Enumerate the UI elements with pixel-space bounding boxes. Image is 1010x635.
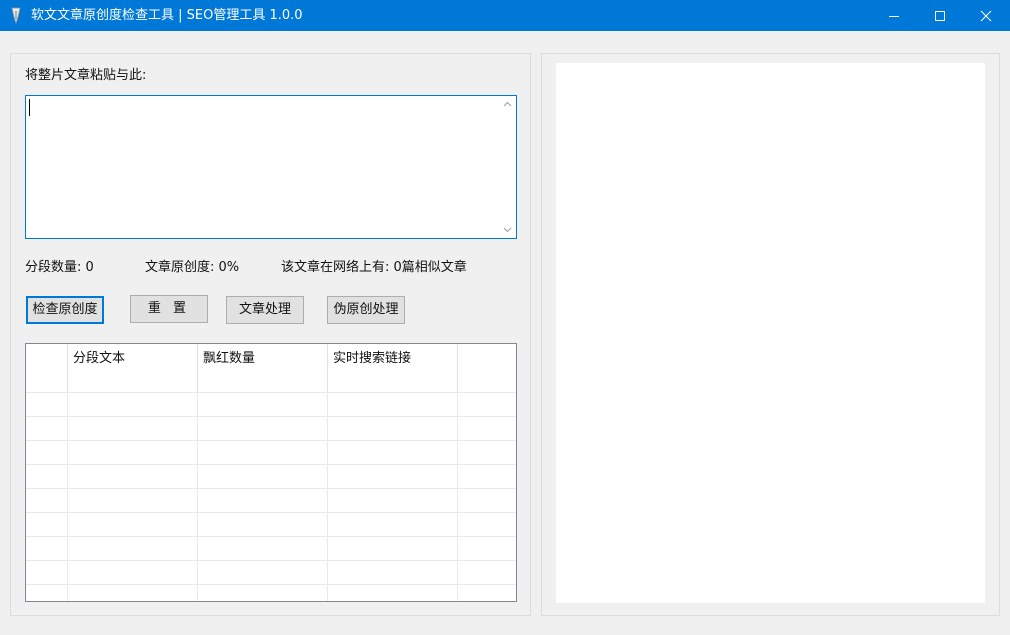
minimize-button[interactable] <box>871 0 917 31</box>
table-cell[interactable] <box>68 417 198 441</box>
originality-percent: 文章原创度: 0% <box>145 260 240 275</box>
table-cell[interactable] <box>26 441 68 465</box>
minimize-icon <box>889 16 899 17</box>
table-cell[interactable] <box>198 513 328 537</box>
table-cell[interactable] <box>458 513 516 537</box>
table-cell[interactable] <box>26 585 68 601</box>
table-cell[interactable] <box>26 561 68 585</box>
table-cell[interactable] <box>68 393 198 417</box>
table-cell[interactable] <box>328 441 458 465</box>
close-icon <box>980 10 992 22</box>
table-cell[interactable] <box>26 513 68 537</box>
table-header: 分段文本 飘红数量 实时搜索链接 <box>26 344 516 392</box>
article-textarea[interactable] <box>25 95 517 239</box>
check-originality-button[interactable]: 检查原创度 <box>26 296 104 324</box>
text-caret <box>29 99 30 116</box>
table-cell[interactable] <box>198 561 328 585</box>
table-row[interactable] <box>26 512 516 537</box>
table-cell[interactable] <box>68 585 198 601</box>
table-row[interactable] <box>26 488 516 513</box>
maximize-button[interactable] <box>917 0 963 31</box>
column-header-search-link[interactable]: 实时搜索链接 <box>328 344 458 392</box>
table-cell[interactable] <box>26 417 68 441</box>
table-cell[interactable] <box>198 417 328 441</box>
segment-count: 分段数量: 0 <box>25 260 94 275</box>
table-cell[interactable] <box>458 441 516 465</box>
table-cell[interactable] <box>458 393 516 417</box>
scroll-down-icon[interactable] <box>503 227 512 233</box>
title-bar[interactable]: 软文文章原创度检查工具 | SEO管理工具 1.0.0 <box>0 0 1010 31</box>
column-header-index[interactable] <box>26 344 68 392</box>
table-cell[interactable] <box>328 417 458 441</box>
close-button[interactable] <box>963 0 1009 31</box>
table-cell[interactable] <box>458 465 516 489</box>
table-cell[interactable] <box>198 465 328 489</box>
table-cell[interactable] <box>68 465 198 489</box>
table-cell[interactable] <box>458 489 516 513</box>
table-cell[interactable] <box>198 441 328 465</box>
table-cell[interactable] <box>26 489 68 513</box>
results-table[interactable]: 分段文本 飘红数量 实时搜索链接 <box>25 343 517 602</box>
column-header-red-count[interactable]: 飘红数量 <box>198 344 328 392</box>
table-cell[interactable] <box>198 489 328 513</box>
table-cell[interactable] <box>328 537 458 561</box>
preview-area[interactable] <box>556 63 985 603</box>
table-cell[interactable] <box>328 393 458 417</box>
column-header-filler <box>458 344 516 392</box>
table-cell[interactable] <box>328 465 458 489</box>
scroll-up-icon[interactable] <box>503 101 512 107</box>
table-cell[interactable] <box>198 585 328 601</box>
table-cell[interactable] <box>68 489 198 513</box>
table-cell[interactable] <box>458 417 516 441</box>
table-cell[interactable] <box>26 537 68 561</box>
pseudo-original-button[interactable]: 伪原创处理 <box>327 296 405 324</box>
table-cell[interactable] <box>198 537 328 561</box>
table-cell[interactable] <box>26 465 68 489</box>
reset-button[interactable]: 重 置 <box>130 295 208 323</box>
table-cell[interactable] <box>328 489 458 513</box>
table-row[interactable] <box>26 464 516 489</box>
column-header-segment-text[interactable]: 分段文本 <box>68 344 198 392</box>
table-cell[interactable] <box>198 393 328 417</box>
table-row[interactable] <box>26 536 516 561</box>
table-cell[interactable] <box>68 513 198 537</box>
table-cell[interactable] <box>328 561 458 585</box>
maximize-icon <box>935 11 945 21</box>
table-cell[interactable] <box>328 513 458 537</box>
table-cell[interactable] <box>458 537 516 561</box>
pen-nib-icon <box>11 7 21 24</box>
table-cell[interactable] <box>458 585 516 601</box>
table-row[interactable] <box>26 560 516 585</box>
table-cell[interactable] <box>68 441 198 465</box>
table-cell[interactable] <box>458 561 516 585</box>
table-row[interactable] <box>26 440 516 465</box>
table-row[interactable] <box>26 416 516 441</box>
window-title: 软文文章原创度检查工具 | SEO管理工具 1.0.0 <box>31 8 303 23</box>
article-process-button[interactable]: 文章处理 <box>226 296 304 324</box>
textarea-scrollbar[interactable] <box>499 96 516 238</box>
table-row[interactable] <box>26 584 516 601</box>
table-cell[interactable] <box>68 561 198 585</box>
table-cell[interactable] <box>26 393 68 417</box>
table-cell[interactable] <box>328 585 458 601</box>
similar-articles-count: 该文章在网络上有: 0篇相似文章 <box>281 260 467 275</box>
paste-label: 将整片文章粘贴与此: <box>25 68 147 83</box>
table-cell[interactable] <box>68 537 198 561</box>
table-row[interactable] <box>26 392 516 417</box>
